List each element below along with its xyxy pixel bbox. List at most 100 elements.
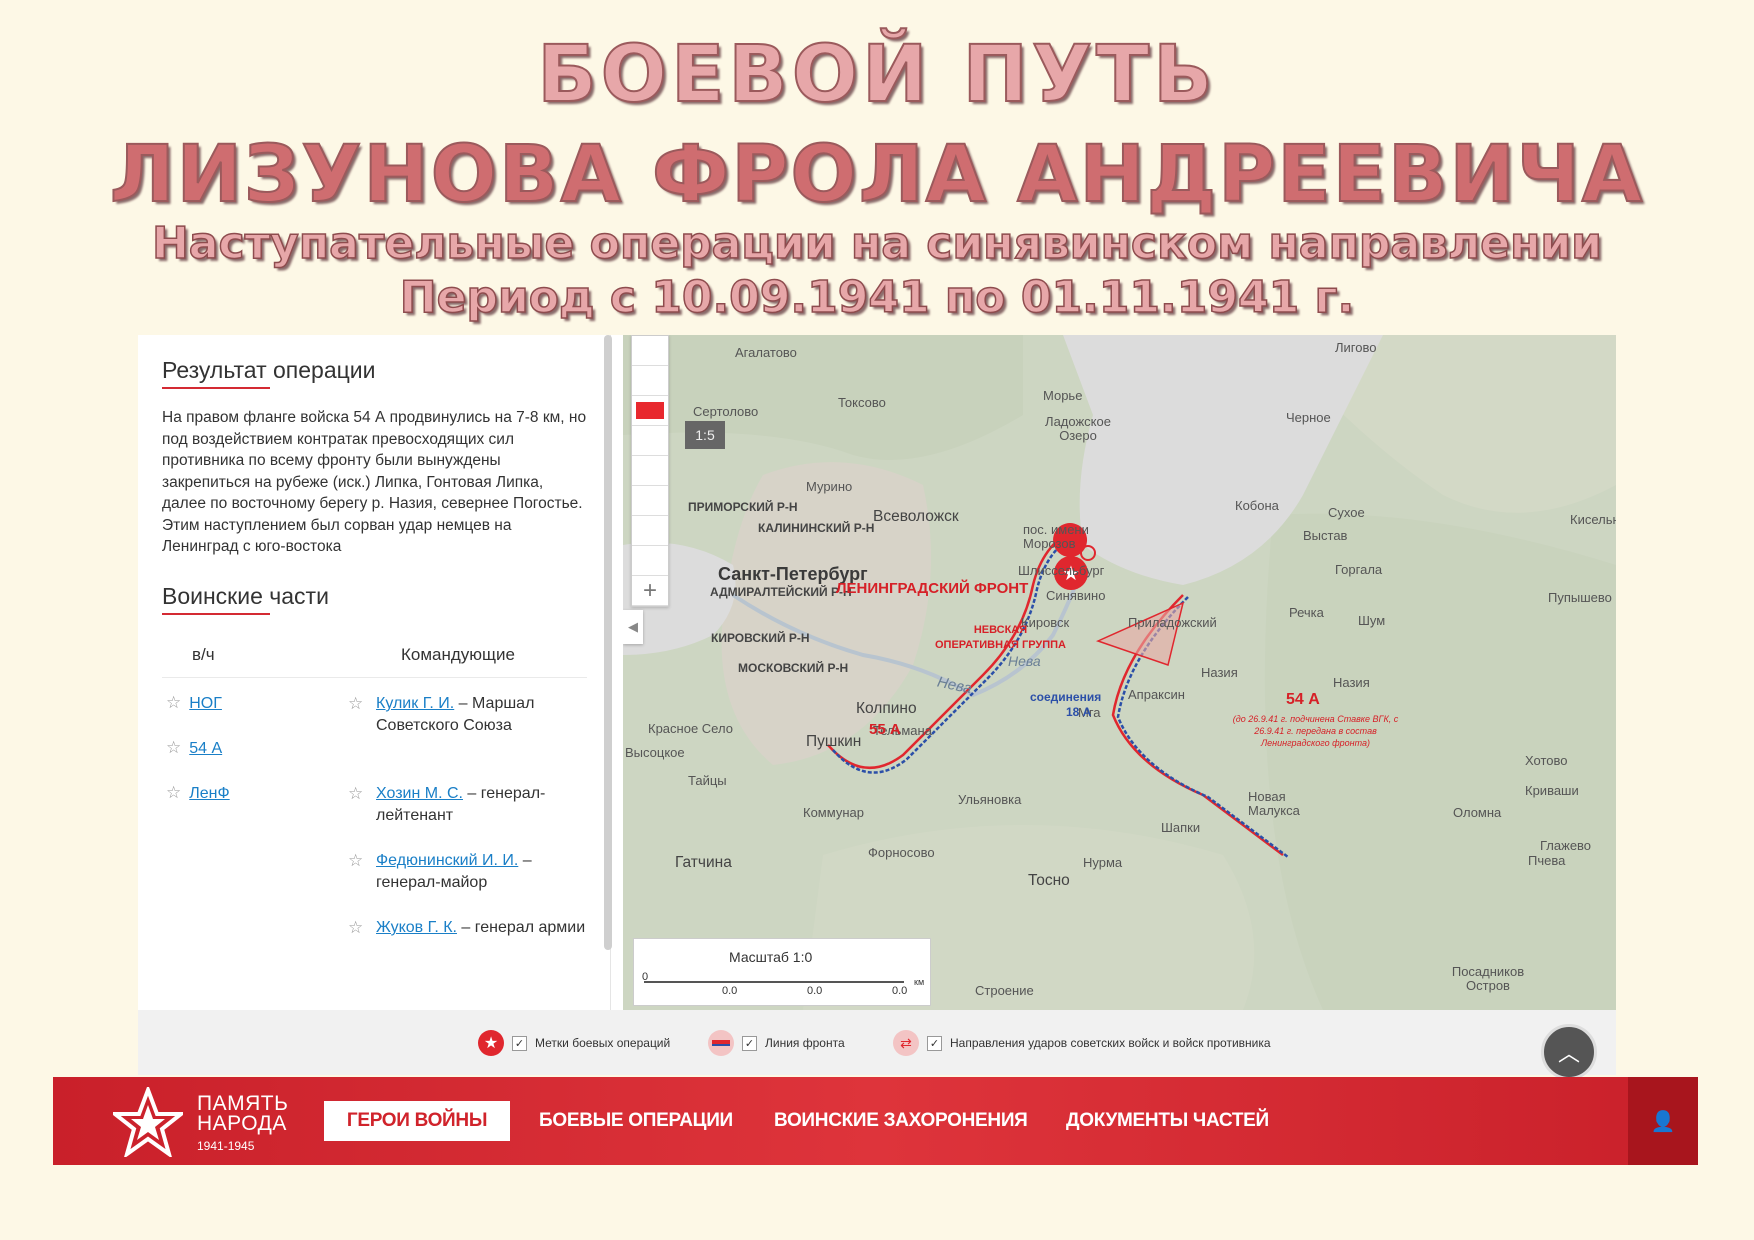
place-label: Сертолово	[693, 404, 759, 419]
checkbox-marks[interactable]: ✓	[512, 1035, 527, 1051]
place-label: Коммунар	[803, 805, 864, 820]
place-label: Глажево	[1540, 838, 1592, 853]
commander-name-link[interactable]: Федюнинский И. И.	[376, 852, 518, 869]
result-underline	[162, 387, 270, 389]
army-label: 18 А	[1066, 705, 1092, 719]
zoom-level[interactable]	[632, 516, 668, 546]
legend-strikes[interactable]: ⇄ ✓ Направления ударов советских войск и…	[893, 1030, 1271, 1056]
slide-title-line1: БОЕВОЙ ПУТЬ	[536, 29, 1217, 121]
user-icon[interactable]: 👤	[1628, 1077, 1698, 1165]
nav-burials[interactable]: ВОИНСКИЕ ЗАХОРОНЕНИЯ	[774, 1101, 1028, 1141]
unit-label[interactable]: 54 А	[189, 740, 222, 757]
star-icon[interactable]: ☆	[166, 738, 181, 758]
formation-label: соединения	[1030, 690, 1102, 704]
commander-name-link[interactable]: Хозин М. С.	[376, 785, 463, 802]
place-label: пос. имени Морозов	[1023, 522, 1089, 551]
units-title: Воинские части	[162, 583, 329, 609]
zoom-level-active[interactable]	[632, 396, 668, 426]
zoom-level[interactable]	[632, 426, 668, 456]
place-label: Кисельн	[1570, 512, 1616, 527]
zoom-level[interactable]	[632, 336, 668, 366]
units-underline	[162, 613, 270, 615]
place-label: Шапки	[1161, 820, 1201, 835]
place-label: Тайцы	[688, 773, 727, 788]
star-logo-icon[interactable]	[113, 1087, 183, 1157]
logo-years: 1941-1945	[197, 1139, 255, 1153]
place-label: Назия	[1201, 665, 1238, 680]
star-marker-icon: ★	[478, 1030, 504, 1056]
star-icon[interactable]: ☆	[348, 783, 363, 805]
legend-front-line[interactable]: ✓ Линия фронта	[708, 1030, 845, 1056]
army-label: 55 А	[869, 721, 901, 738]
place-label: Колпино	[856, 700, 917, 717]
place-label: Горгала	[1335, 562, 1383, 577]
legend-marks[interactable]: ★ ✓ Метки боевых операций	[478, 1030, 670, 1056]
scale-tick: 0.0	[807, 985, 823, 997]
place-label: Черное	[1286, 410, 1331, 425]
zoom-level[interactable]	[632, 546, 668, 576]
army-label: 54 А	[1286, 691, 1320, 708]
district-label: МОСКОВСКИЙ Р-Н	[738, 661, 849, 675]
place-label: Синявино	[1046, 588, 1106, 603]
district-label: АДМИРАЛТЕЙСКИЙ Р-Н	[710, 585, 852, 599]
place-label: Пушкин	[806, 733, 862, 750]
place-label: Красное Село	[648, 721, 733, 736]
zoom-in-button[interactable]: +	[632, 576, 668, 606]
nav-heroes[interactable]: ГЕРОИ ВОЙНЫ	[324, 1101, 510, 1141]
zoom-level[interactable]	[632, 456, 668, 486]
place-label: Выстав	[1303, 528, 1348, 543]
zoom-active-marker	[636, 402, 664, 419]
nav-operations[interactable]: БОЕВЫЕ ОПЕРАЦИИ	[539, 1101, 733, 1141]
place-label: Криваши	[1525, 783, 1579, 798]
place-label: Лигово	[1335, 340, 1377, 355]
result-text: На правом фланге войска 54 А продвинулис…	[162, 409, 587, 555]
checkbox-front-line[interactable]: ✓	[742, 1035, 757, 1051]
place-label: Пчева	[1528, 853, 1566, 868]
commander-name-link[interactable]: Жуков Г. К.	[376, 919, 457, 936]
zoom-control: +	[631, 335, 669, 607]
logo-text[interactable]: ПАМЯТЬ НАРОДА	[197, 1092, 289, 1134]
collapse-panel-button[interactable]: ◀	[623, 610, 643, 644]
scale-tick: 0.0	[892, 985, 908, 997]
unit-link-lenf[interactable]: ☆ ЛенФ	[166, 783, 230, 803]
slide-title-line2: ЛИЗУНОВА ФРОЛА АНДРЕЕВИЧА	[109, 129, 1645, 221]
place-label: Оломна	[1453, 805, 1502, 820]
front-line-icon	[708, 1030, 734, 1056]
scale-widget: Масштаб 1:0 0 0.0 0.0 0.0 км	[633, 938, 931, 1006]
place-label: Высоцкое	[625, 745, 685, 760]
star-icon[interactable]: ☆	[348, 693, 363, 715]
star-icon[interactable]: ☆	[348, 850, 363, 872]
operations-map[interactable]: ★ Агалатово Токсово Морье Ладожское Озер…	[623, 335, 1616, 1010]
nav-documents[interactable]: ДОКУМЕНТЫ ЧАСТЕЙ	[1066, 1101, 1269, 1141]
unit-link-54a[interactable]: ☆ 54 А	[166, 738, 222, 758]
commander-item: ☆ Жуков Г. К. – генерал армии	[348, 918, 586, 937]
place-label: Гатчина	[675, 854, 732, 871]
commander-name-link[interactable]: Кулик Г. И.	[376, 695, 454, 712]
unit-label[interactable]: НОГ	[189, 695, 222, 712]
unit-link-nog[interactable]: ☆ НОГ	[166, 693, 222, 713]
district-label: ПРИМОРСКИЙ Р-Н	[688, 500, 798, 514]
place-label: Ладожское Озеро	[1045, 414, 1111, 443]
zoom-level[interactable]	[632, 486, 668, 516]
checkbox-strikes[interactable]: ✓	[927, 1035, 942, 1051]
place-label: Пупышево	[1548, 590, 1612, 605]
result-title: Результат операции	[162, 357, 376, 383]
star-icon[interactable]: ☆	[348, 917, 363, 939]
star-icon[interactable]: ☆	[166, 783, 181, 803]
table-divider	[162, 677, 587, 678]
place-label: Шлиссельбург	[1018, 563, 1105, 578]
star-icon[interactable]: ☆	[166, 693, 181, 713]
panel-scrollbar[interactable]	[604, 335, 612, 950]
place-label: Токсово	[838, 395, 886, 410]
logo-line1: ПАМЯТЬ	[197, 1092, 289, 1115]
legend-label: Линия фронта	[765, 1036, 845, 1050]
slide-subtitle-line1: Наступательные операции на синявинском н…	[151, 217, 1603, 270]
zoom-level[interactable]	[632, 366, 668, 396]
unit-label[interactable]: ЛенФ	[189, 785, 229, 802]
operation-info-panel: Результат операции На правом фланге войс…	[138, 335, 612, 1010]
place-label: Приладожский	[1128, 615, 1217, 630]
river-label: Нева	[1008, 653, 1041, 669]
scroll-top-button[interactable]: ︿	[1541, 1024, 1597, 1080]
place-label: Ульяновка	[958, 792, 1022, 807]
place-label: Посадников Остров	[1451, 964, 1525, 993]
